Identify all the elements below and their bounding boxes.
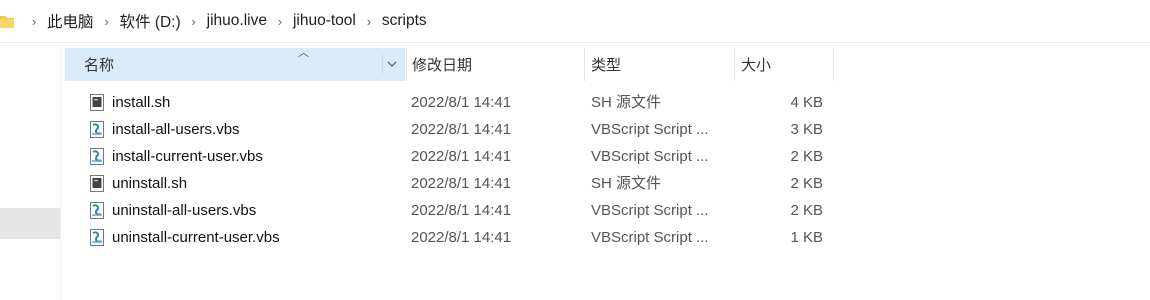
sh-file-icon <box>90 175 104 192</box>
column-header-name[interactable]: ︿ 名称 <box>65 47 405 81</box>
breadcrumb-item-scripts[interactable]: scripts <box>381 12 428 30</box>
column-header-name-label: 名称 <box>84 57 115 74</box>
file-row[interactable]: install.sh 2022/8/1 14:41 SH 源文件 4 KB <box>65 89 835 116</box>
breadcrumb: › 此电脑 › 软件 (D:) › jihuo.live › jihuo-too… <box>22 0 428 42</box>
chevron-right-icon[interactable]: › <box>268 14 292 29</box>
file-size: 4 KB <box>790 94 823 111</box>
chevron-right-icon[interactable]: › <box>22 14 46 29</box>
file-row[interactable]: install-current-user.vbs 2022/8/1 14:41 … <box>65 143 835 170</box>
file-size: 3 KB <box>790 121 823 138</box>
file-name: uninstall-all-users.vbs <box>112 202 257 219</box>
file-list: install.sh 2022/8/1 14:41 SH 源文件 4 KB in… <box>65 89 835 251</box>
sh-file-icon <box>90 94 104 111</box>
file-date: 2022/8/1 14:41 <box>411 229 512 246</box>
vbs-file-icon <box>90 148 104 165</box>
file-row[interactable]: uninstall-current-user.vbs 2022/8/1 14:4… <box>65 224 835 251</box>
folder-icon <box>0 16 14 28</box>
column-header-size-label: 大小 <box>741 57 772 74</box>
file-type: VBScript Script ... <box>591 229 709 246</box>
column-header-type-label: 类型 <box>591 57 622 74</box>
file-name: install-all-users.vbs <box>112 121 240 138</box>
file-type: SH 源文件 <box>591 175 662 192</box>
vbs-file-icon <box>90 202 104 219</box>
chevron-right-icon[interactable]: › <box>182 14 206 29</box>
file-type: VBScript Script ... <box>591 148 709 165</box>
breadcrumb-item-drive-d[interactable]: 软件 (D:) <box>119 10 182 32</box>
file-row[interactable]: install-all-users.vbs 2022/8/1 14:41 VBS… <box>65 116 835 143</box>
vbs-file-icon <box>90 229 104 246</box>
file-size: 2 KB <box>790 175 823 192</box>
file-row[interactable]: uninstall-all-users.vbs 2022/8/1 14:41 V… <box>65 197 835 224</box>
chevron-right-icon[interactable]: › <box>95 14 119 29</box>
file-name: uninstall-current-user.vbs <box>112 229 280 246</box>
file-row[interactable]: uninstall.sh 2022/8/1 14:41 SH 源文件 2 KB <box>65 170 835 197</box>
file-type: VBScript Script ... <box>591 202 709 219</box>
breadcrumb-item-jihuo-live[interactable]: jihuo.live <box>206 12 268 30</box>
file-size: 1 KB <box>790 229 823 246</box>
column-header-type[interactable]: 类型 <box>584 48 734 81</box>
file-name: install-current-user.vbs <box>112 148 263 165</box>
column-header-size[interactable]: 大小 <box>734 48 834 81</box>
address-bar[interactable]: › 此电脑 › 软件 (D:) › jihuo.live › jihuo-too… <box>0 0 1150 43</box>
file-size: 2 KB <box>790 202 823 219</box>
file-date: 2022/8/1 14:41 <box>411 148 512 165</box>
column-header-date-label: 修改日期 <box>412 57 473 74</box>
file-date: 2022/8/1 14:41 <box>411 121 512 138</box>
file-size: 2 KB <box>790 148 823 165</box>
sort-ascending-icon: ︿ <box>298 47 309 59</box>
vbs-file-icon <box>90 121 104 138</box>
file-name: install.sh <box>112 94 171 111</box>
breadcrumb-item-jihuo-tool[interactable]: jihuo-tool <box>292 12 357 30</box>
file-date: 2022/8/1 14:41 <box>411 202 512 219</box>
column-filter-dropdown-icon[interactable] <box>382 54 401 74</box>
file-date: 2022/8/1 14:41 <box>411 94 512 111</box>
file-type: VBScript Script ... <box>591 121 709 138</box>
file-date: 2022/8/1 14:41 <box>411 175 512 192</box>
column-header-date[interactable]: 修改日期 <box>406 48 584 81</box>
file-name: uninstall.sh <box>112 175 188 192</box>
breadcrumb-item-this-pc[interactable]: 此电脑 <box>46 10 95 32</box>
chevron-right-icon[interactable]: › <box>357 14 381 29</box>
navigation-pane[interactable] <box>0 43 61 300</box>
nav-selected-item[interactable] <box>0 208 60 239</box>
file-type: SH 源文件 <box>591 94 662 111</box>
